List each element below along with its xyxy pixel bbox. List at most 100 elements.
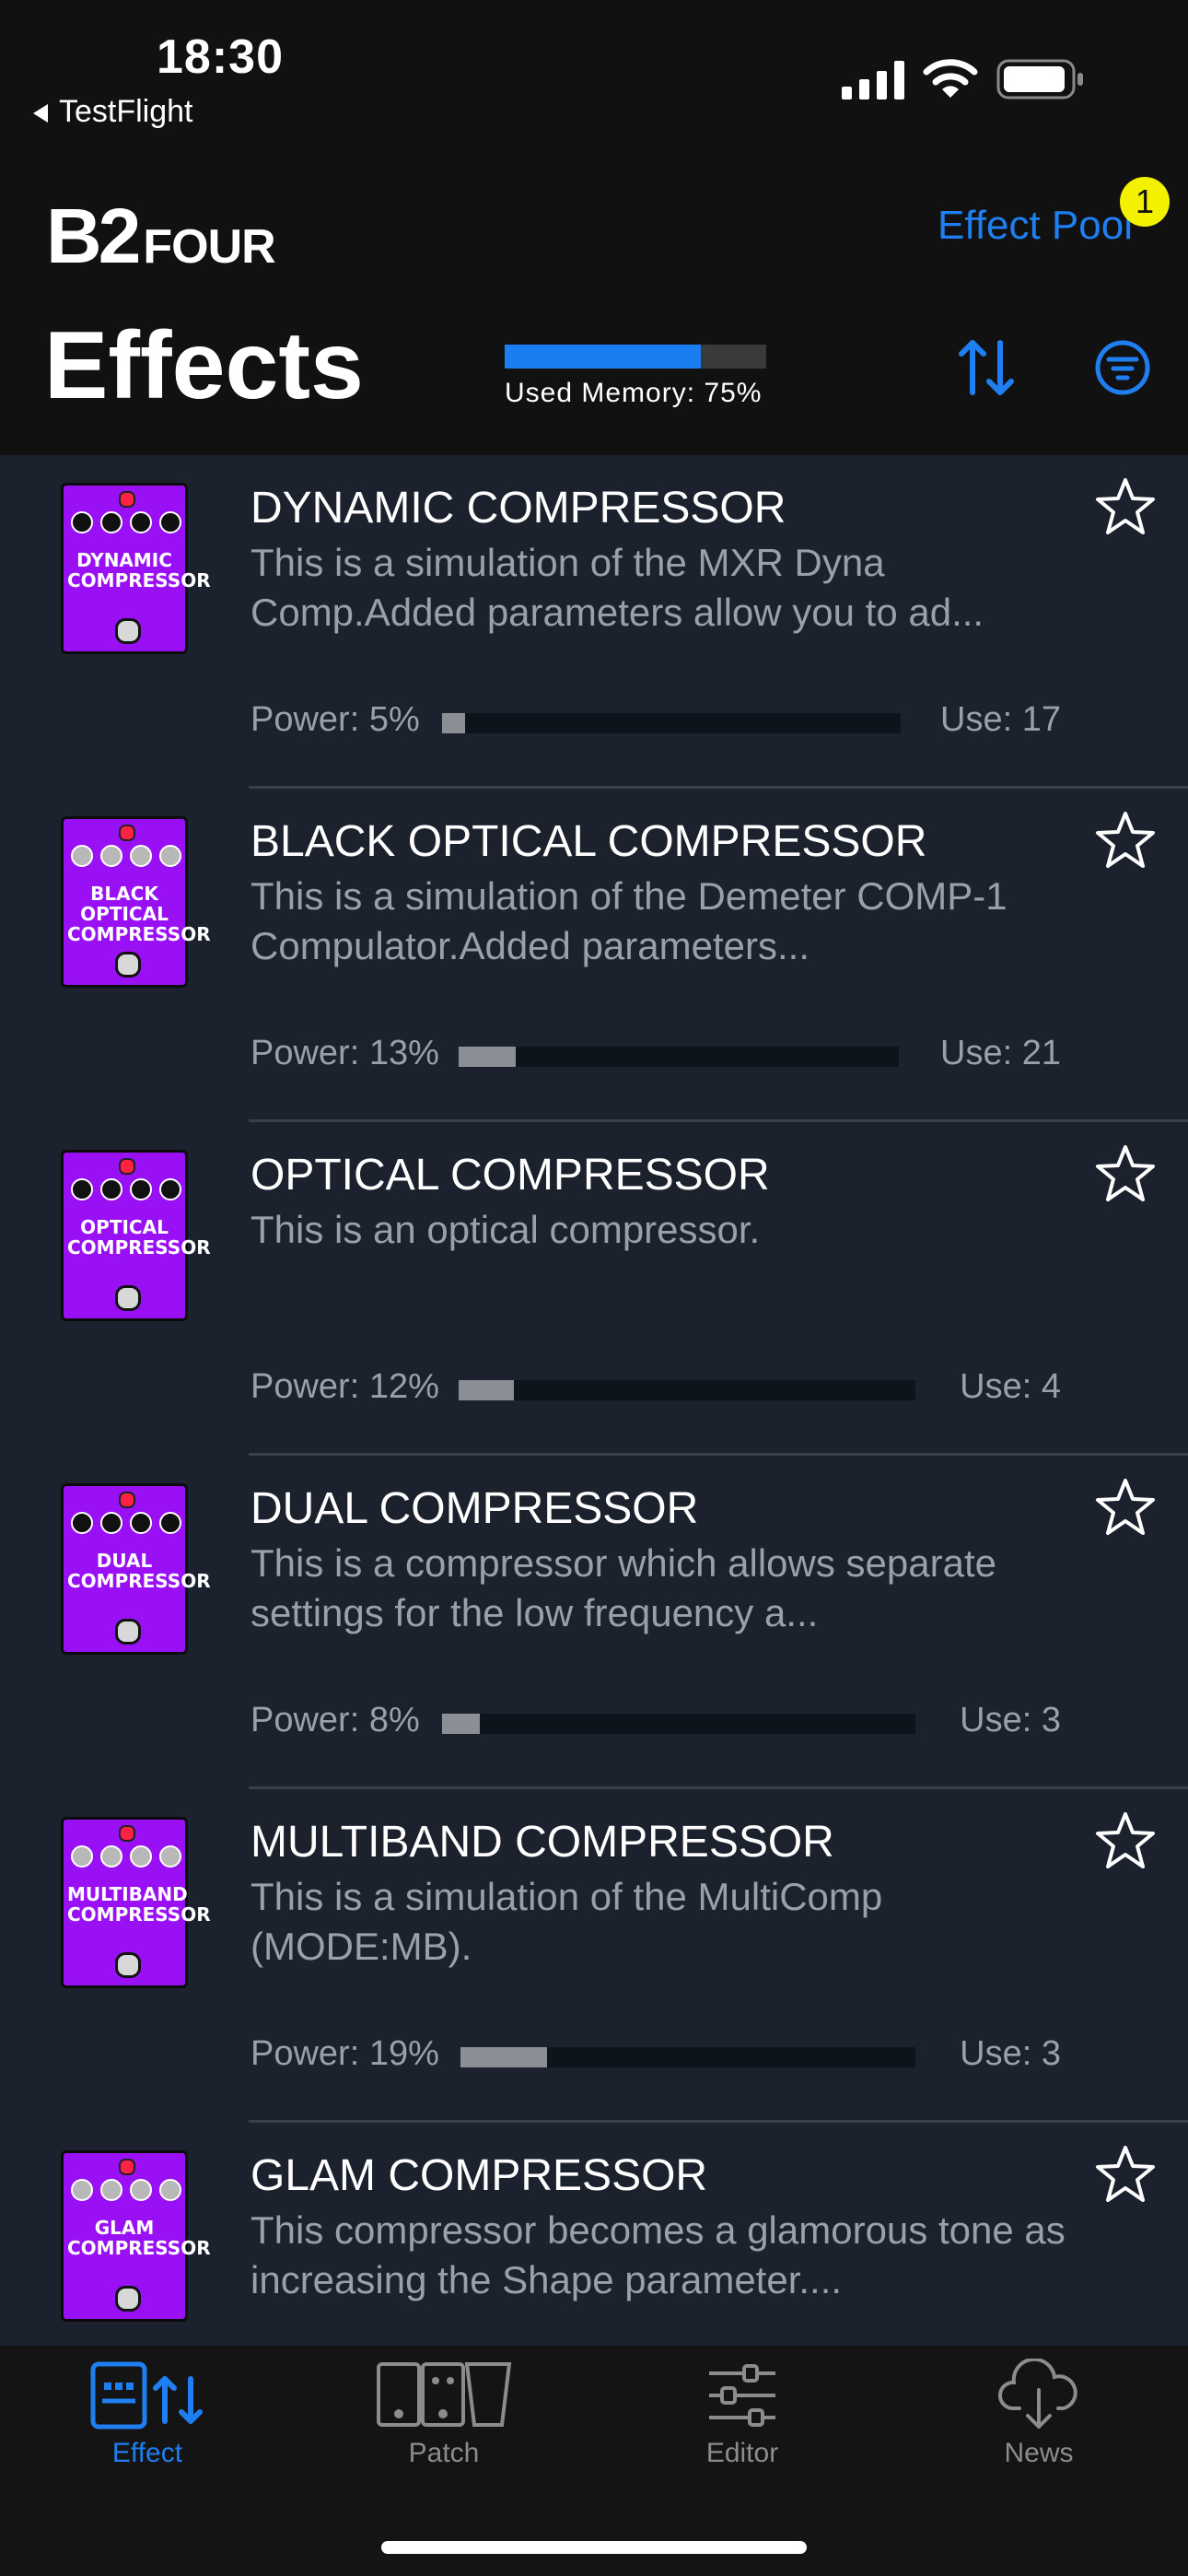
effect-name: OPTICAL COMPRESSOR: [250, 1151, 770, 1200]
sort-button[interactable]: [954, 335, 1019, 400]
pedal-led: [119, 825, 135, 841]
filter-icon: [1095, 340, 1150, 395]
memory-bar-fill: [505, 345, 701, 369]
filter-button[interactable]: [1092, 337, 1153, 398]
star-icon: [1096, 478, 1155, 534]
favorite-star-button[interactable]: [1094, 1476, 1157, 1539]
back-triangle-icon: [33, 104, 48, 123]
pedal-label: DUAL COMPRESSOR: [67, 1550, 211, 1592]
effect-row[interactable]: GLAM COMPRESSOR GLAM COMPRESSOR This compr…: [0, 2123, 1188, 2346]
pedal-led: [119, 2159, 135, 2175]
status-time: 18:30: [157, 30, 284, 84]
back-to-testflight-link[interactable]: TestFlight: [33, 94, 193, 130]
power-label: Power: 13%: [250, 1034, 439, 1072]
tab-news[interactable]: News: [919, 2359, 1159, 2497]
page-title: Effects: [44, 312, 364, 419]
tab-patch-label: Patch: [408, 2438, 480, 2468]
effect-pedal-icon: DYNAMIC COMPRESSOR: [61, 483, 211, 654]
favorite-star-button[interactable]: [1094, 475, 1157, 538]
back-app-label: TestFlight: [59, 94, 193, 129]
tab-news-label: News: [1004, 2438, 1074, 2468]
pedal-led: [119, 491, 135, 508]
pedal-knobs: [71, 1178, 181, 1200]
effect-row[interactable]: BLACK OPTICAL COMPRESSOR BLACK OPTICAL CO…: [0, 789, 1188, 1122]
effect-row[interactable]: OPTICAL COMPRESSOR OPTICAL COMPRESSOR This…: [0, 1122, 1188, 1456]
power-bar: [442, 713, 901, 733]
pedal-label: GLAM COMPRESSOR: [67, 2217, 211, 2259]
use-count: Use: 21: [940, 1034, 1061, 1072]
effect-pool-badge: 1: [1120, 177, 1170, 227]
effect-pedal-icon: DUAL COMPRESSOR: [61, 1483, 211, 1655]
pedal-footswitch: [115, 2286, 141, 2312]
power-bar-fill: [442, 1714, 480, 1734]
power-label: Power: 5%: [250, 700, 420, 739]
effect-description: This is a simulation of the Demeter COMP…: [250, 874, 1007, 967]
power-bar: [442, 1714, 915, 1734]
effect-description: This is a compressor which allows separa…: [250, 1541, 996, 1634]
favorite-star-button[interactable]: [1094, 1809, 1157, 1872]
signal-icon: [842, 61, 906, 100]
effect-description: This is a simulation of the MultiComp (M…: [250, 1875, 883, 1968]
effects-list: DYNAMIC COMPRESSOR DYNAMIC COMPRESSOR This…: [0, 455, 1188, 2346]
tab-effect-label: Effect: [111, 2438, 183, 2468]
star-icon: [1096, 1812, 1155, 1868]
power-bar-fill: [442, 713, 465, 733]
effect-description: This is an optical compressor.: [250, 1208, 761, 1251]
effect-name: BLACK OPTICAL COMPRESSOR: [250, 817, 927, 866]
effect-row[interactable]: MULTIBAND COMPRESSOR MULTIBAND COMPRESSOR…: [0, 1789, 1188, 2123]
star-icon: [1096, 2146, 1155, 2202]
memory-bar: [505, 345, 766, 369]
editor-tab-icon: [709, 2364, 775, 2427]
use-count: Use: 3: [960, 2034, 1061, 2073]
pedal-footswitch: [115, 952, 141, 978]
favorite-star-button[interactable]: [1094, 2143, 1157, 2206]
news-tab-icon: [997, 2359, 1077, 2429]
power-bar: [460, 2047, 915, 2067]
effect-pedal-icon: BLACK OPTICAL COMPRESSOR: [61, 816, 211, 988]
pedal-knobs: [71, 845, 181, 867]
effect-row[interactable]: DUAL COMPRESSOR DUAL COMPRESSOR This is a …: [0, 1456, 1188, 1789]
pedal-label: BLACK OPTICAL COMPRESSOR: [67, 883, 211, 945]
b2-four-logo: B2 FOUR: [46, 193, 276, 279]
tab-effect[interactable]: Effect: [28, 2359, 267, 2497]
pedal-label: OPTICAL COMPRESSOR: [67, 1216, 211, 1259]
star-icon: [1096, 812, 1155, 868]
power-label: Power: 12%: [250, 1367, 439, 1406]
home-indicator: [381, 2541, 807, 2554]
pedal-footswitch: [115, 1619, 141, 1645]
wifi-icon: [923, 57, 978, 100]
power-label: Power: 19%: [250, 2034, 439, 2073]
star-icon: [1096, 1145, 1155, 1201]
effect-description: This is a simulation of the MXR Dyna Com…: [250, 541, 984, 634]
power-bar-fill: [460, 2047, 547, 2067]
pedal-led: [119, 1158, 135, 1175]
pedal-knobs: [71, 511, 181, 533]
effect-description: This compressor becomes a glamorous tone…: [250, 2208, 1066, 2301]
power-bar-fill: [459, 1380, 514, 1400]
pedal-led: [119, 1825, 135, 1842]
tab-editor[interactable]: Editor: [623, 2359, 862, 2497]
tab-editor-label: Editor: [705, 2438, 779, 2468]
tab-patch[interactable]: Patch: [324, 2359, 564, 2497]
favorite-star-button[interactable]: [1094, 1142, 1157, 1205]
use-count: Use: 17: [940, 700, 1061, 739]
memory-label: Used Memory: 75%: [505, 378, 763, 408]
power-bar: [459, 1047, 899, 1067]
effect-row[interactable]: DYNAMIC COMPRESSOR DYNAMIC COMPRESSOR This…: [0, 455, 1188, 789]
effect-name: GLAM COMPRESSOR: [250, 2151, 708, 2200]
power-bar-fill: [459, 1047, 516, 1067]
pedal-footswitch: [115, 618, 141, 644]
pedal-label: MULTIBAND COMPRESSOR: [67, 1883, 211, 1926]
pedal-knobs: [71, 2179, 181, 2201]
pedal-label: DYNAMIC COMPRESSOR: [67, 549, 211, 591]
favorite-star-button[interactable]: [1094, 809, 1157, 872]
pedal-footswitch: [115, 1952, 141, 1978]
effect-pool-link[interactable]: Effect Pool: [938, 203, 1133, 249]
patch-tab-icon: [377, 2362, 512, 2427]
effect-pedal-icon: OPTICAL COMPRESSOR: [61, 1150, 211, 1321]
star-icon: [1096, 1479, 1155, 1535]
battery-icon: [996, 59, 1085, 100]
pedal-knobs: [71, 1845, 181, 1868]
effect-name: MULTIBAND COMPRESSOR: [250, 1818, 834, 1867]
power-bar: [459, 1380, 915, 1400]
